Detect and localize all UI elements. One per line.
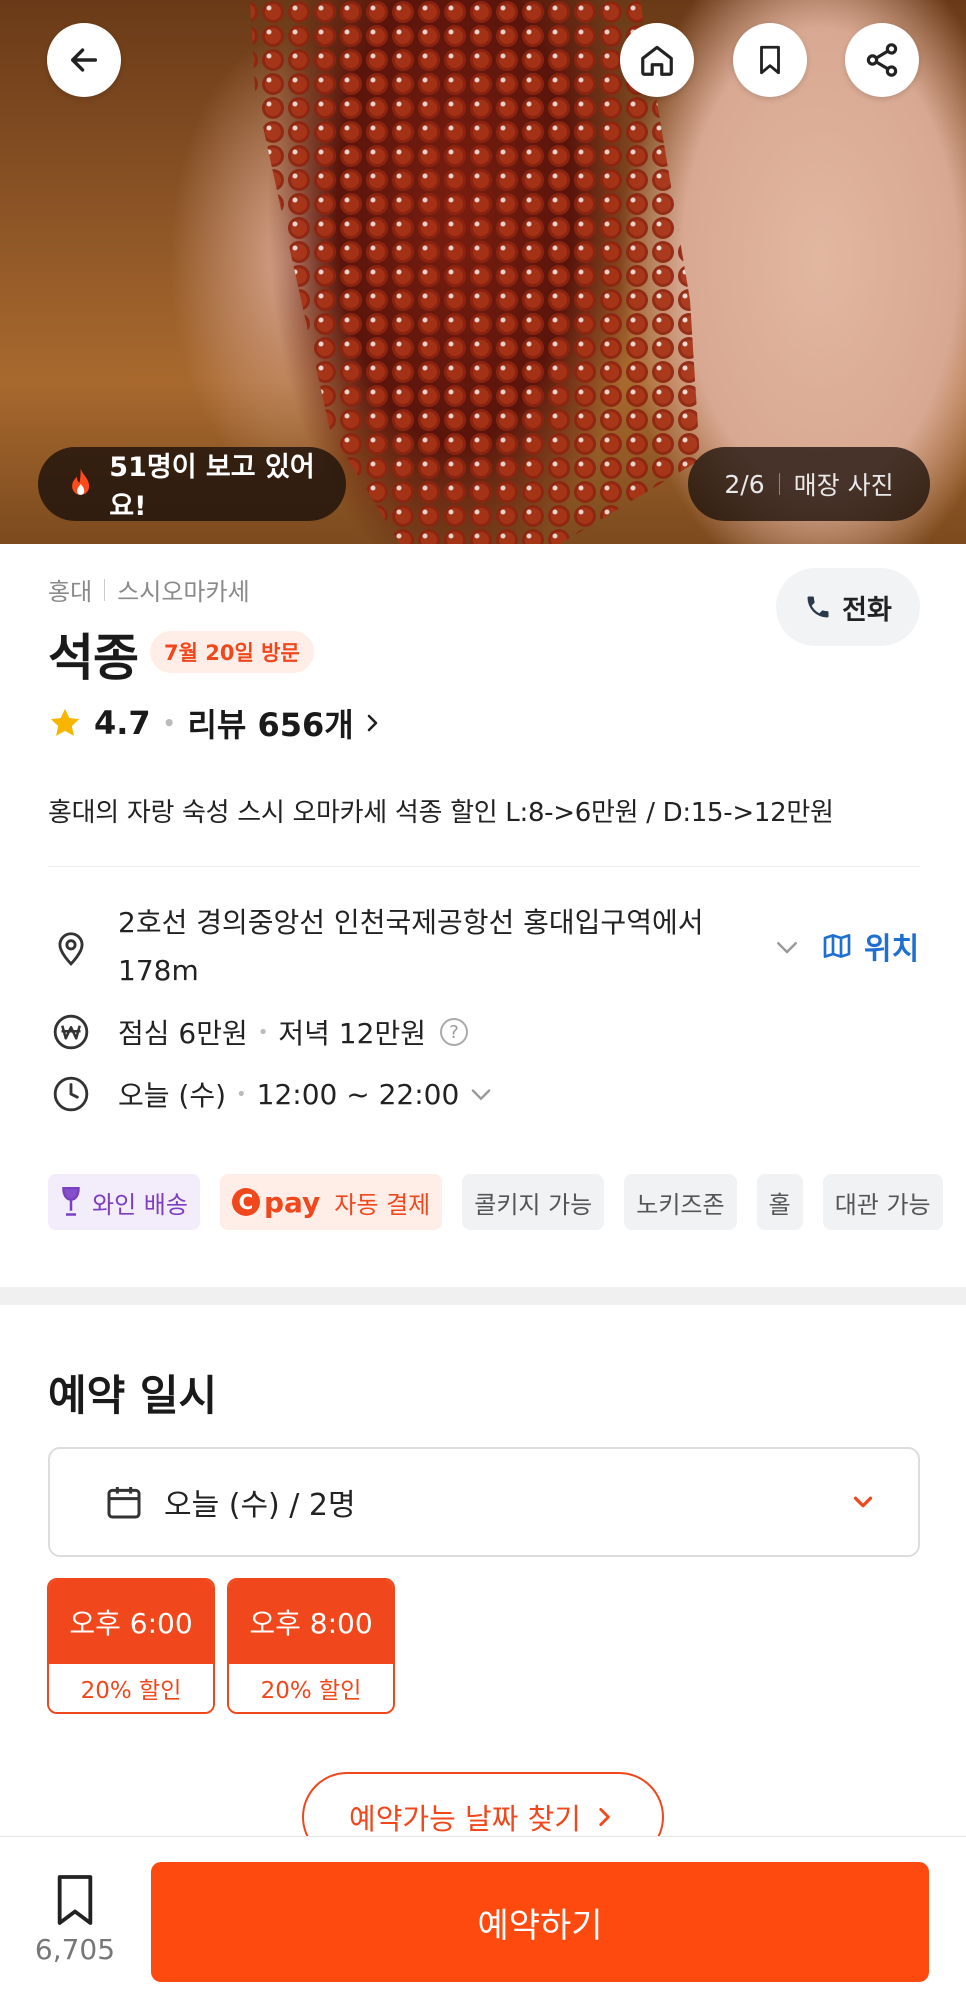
- map-icon: [823, 934, 851, 958]
- location-button[interactable]: 위치: [820, 924, 919, 968]
- tag-nokids[interactable]: 노키즈존: [624, 1174, 737, 1230]
- bookmark-icon: [760, 45, 780, 75]
- chevron-right-icon: [367, 714, 378, 732]
- store-description: 홍대의 자랑 숙성 스시 오마카세 석종 할인 L:8->6만원 / D:15-…: [48, 798, 834, 828]
- divider: [104, 578, 106, 601]
- chevron-right-icon: [599, 1808, 610, 1826]
- call-label: 전화: [842, 594, 892, 626]
- bottom-action-bar: 6,705 예약하기: [0, 1836, 966, 2005]
- tag-corkage[interactable]: 콜키지 가능: [462, 1174, 605, 1230]
- clock-icon: [53, 1076, 89, 1112]
- bookmark-icon: [57, 1875, 93, 1925]
- reserve-button[interactable]: 예약하기: [151, 1862, 929, 1982]
- separator-dot: •: [236, 1083, 247, 1105]
- breadcrumb: 홍대 스시오마카세: [48, 572, 250, 607]
- hours-day: 오늘 (수): [118, 1079, 227, 1112]
- chevron-down-icon: [471, 1089, 491, 1101]
- selected-date-party: 오늘 (수) / 2명: [164, 1488, 356, 1523]
- rating-row[interactable]: 4.7 • 리뷰 656개: [48, 700, 384, 746]
- rating-value: 4.7: [94, 704, 151, 742]
- save-count: 6,705: [34, 1933, 116, 1966]
- pay-logo-mark: C: [231, 1188, 260, 1216]
- share-button[interactable]: [845, 23, 919, 97]
- flame-icon: [72, 468, 90, 495]
- hours-row[interactable]: 오늘 (수) • 12:00 ~ 22:00: [52, 1074, 495, 1114]
- arrow-left-icon: [70, 48, 98, 72]
- visit-badge: 7월 20일 방문: [150, 631, 314, 673]
- hero-photo[interactable]: 51명이 보고 있어요! 2/6 매장 사진: [0, 0, 966, 544]
- call-button[interactable]: 전화: [776, 568, 920, 646]
- address-row[interactable]: 2호선 경의중앙선 인천국제공항선 홍대입구역에서 178m: [52, 899, 718, 995]
- price-lunch: 점심 6만원: [118, 1017, 248, 1050]
- hours-time: 12:00 ~ 22:00: [256, 1077, 460, 1111]
- location-label: 위치: [864, 932, 920, 967]
- slot-time: 오후 8:00: [229, 1580, 393, 1664]
- photo-counter: 2/6: [724, 469, 765, 499]
- tag-wine-delivery[interactable]: 와인 배송: [48, 1174, 200, 1230]
- star-icon: [50, 708, 80, 736]
- home-icon: [641, 45, 673, 76]
- phone-icon: [807, 596, 829, 618]
- store-name: 석종: [48, 629, 139, 687]
- separator-dot: •: [162, 711, 176, 735]
- time-slot[interactable]: 오후 8:00 20% 할인: [227, 1578, 395, 1714]
- slot-time: 오후 6:00: [49, 1580, 213, 1664]
- tag-hall[interactable]: 홀: [756, 1174, 803, 1230]
- reservation-title: 예약 일시: [48, 1371, 218, 1420]
- tag-label: 자동 결제: [334, 1190, 431, 1219]
- bookmark-button[interactable]: [733, 23, 807, 97]
- location-pin-icon: [58, 932, 84, 966]
- review-count: 리뷰 656개: [187, 706, 354, 744]
- divider: [778, 473, 780, 495]
- feature-tags: 와인 배송 C pay 자동 결제 콜키지 가능 노키즈존 홀 대관 가능: [48, 1174, 963, 1230]
- slot-discount: 20% 할인: [49, 1664, 213, 1712]
- home-button[interactable]: [620, 23, 694, 97]
- tag-rental[interactable]: 대관 가능: [822, 1174, 943, 1230]
- pay-logo-text: pay: [263, 1185, 321, 1219]
- date-party-selector[interactable]: 오늘 (수) / 2명: [48, 1447, 920, 1557]
- won-icon: [53, 1014, 89, 1050]
- viewers-text: 51명이 보고 있어요!: [109, 452, 315, 522]
- area-label: 홍대: [48, 578, 93, 606]
- share-icon: [866, 43, 898, 77]
- photo-label: 매장 사진: [793, 471, 894, 500]
- back-button[interactable]: [47, 23, 121, 97]
- tag-label: 와인 배송: [92, 1190, 188, 1219]
- price-dinner: 저녁 12만원: [278, 1017, 426, 1050]
- time-slot[interactable]: 오후 6:00 20% 할인: [47, 1578, 215, 1714]
- chevron-down-icon[interactable]: [772, 932, 802, 962]
- chevron-down-icon: [853, 1496, 873, 1508]
- pay-logo: C pay: [231, 1185, 321, 1219]
- slot-discount: 20% 할인: [229, 1664, 393, 1712]
- help-icon[interactable]: ?: [439, 1018, 468, 1046]
- price-row: 점심 6만원 • 저녁 12만원 ?: [52, 1012, 468, 1052]
- find-dates-label: 예약가능 날짜 찾기: [349, 1802, 581, 1836]
- address-text: 2호선 경의중앙선 인천국제공항선 홍대입구역에서 178m: [118, 906, 704, 987]
- separator-dot: •: [257, 1021, 269, 1043]
- wine-glass-icon: [62, 1187, 80, 1216]
- viewers-badge: 51명이 보고 있어요!: [38, 447, 346, 522]
- save-button[interactable]: 6,705: [30, 1873, 120, 1966]
- category-label: 스시오마카세: [117, 578, 250, 606]
- calendar-icon: [107, 1487, 141, 1519]
- photo-counter-button[interactable]: 2/6 매장 사진: [688, 447, 930, 521]
- section-divider: [0, 1287, 966, 1305]
- divider: [48, 866, 920, 867]
- tag-pay[interactable]: C pay 자동 결제: [219, 1174, 443, 1230]
